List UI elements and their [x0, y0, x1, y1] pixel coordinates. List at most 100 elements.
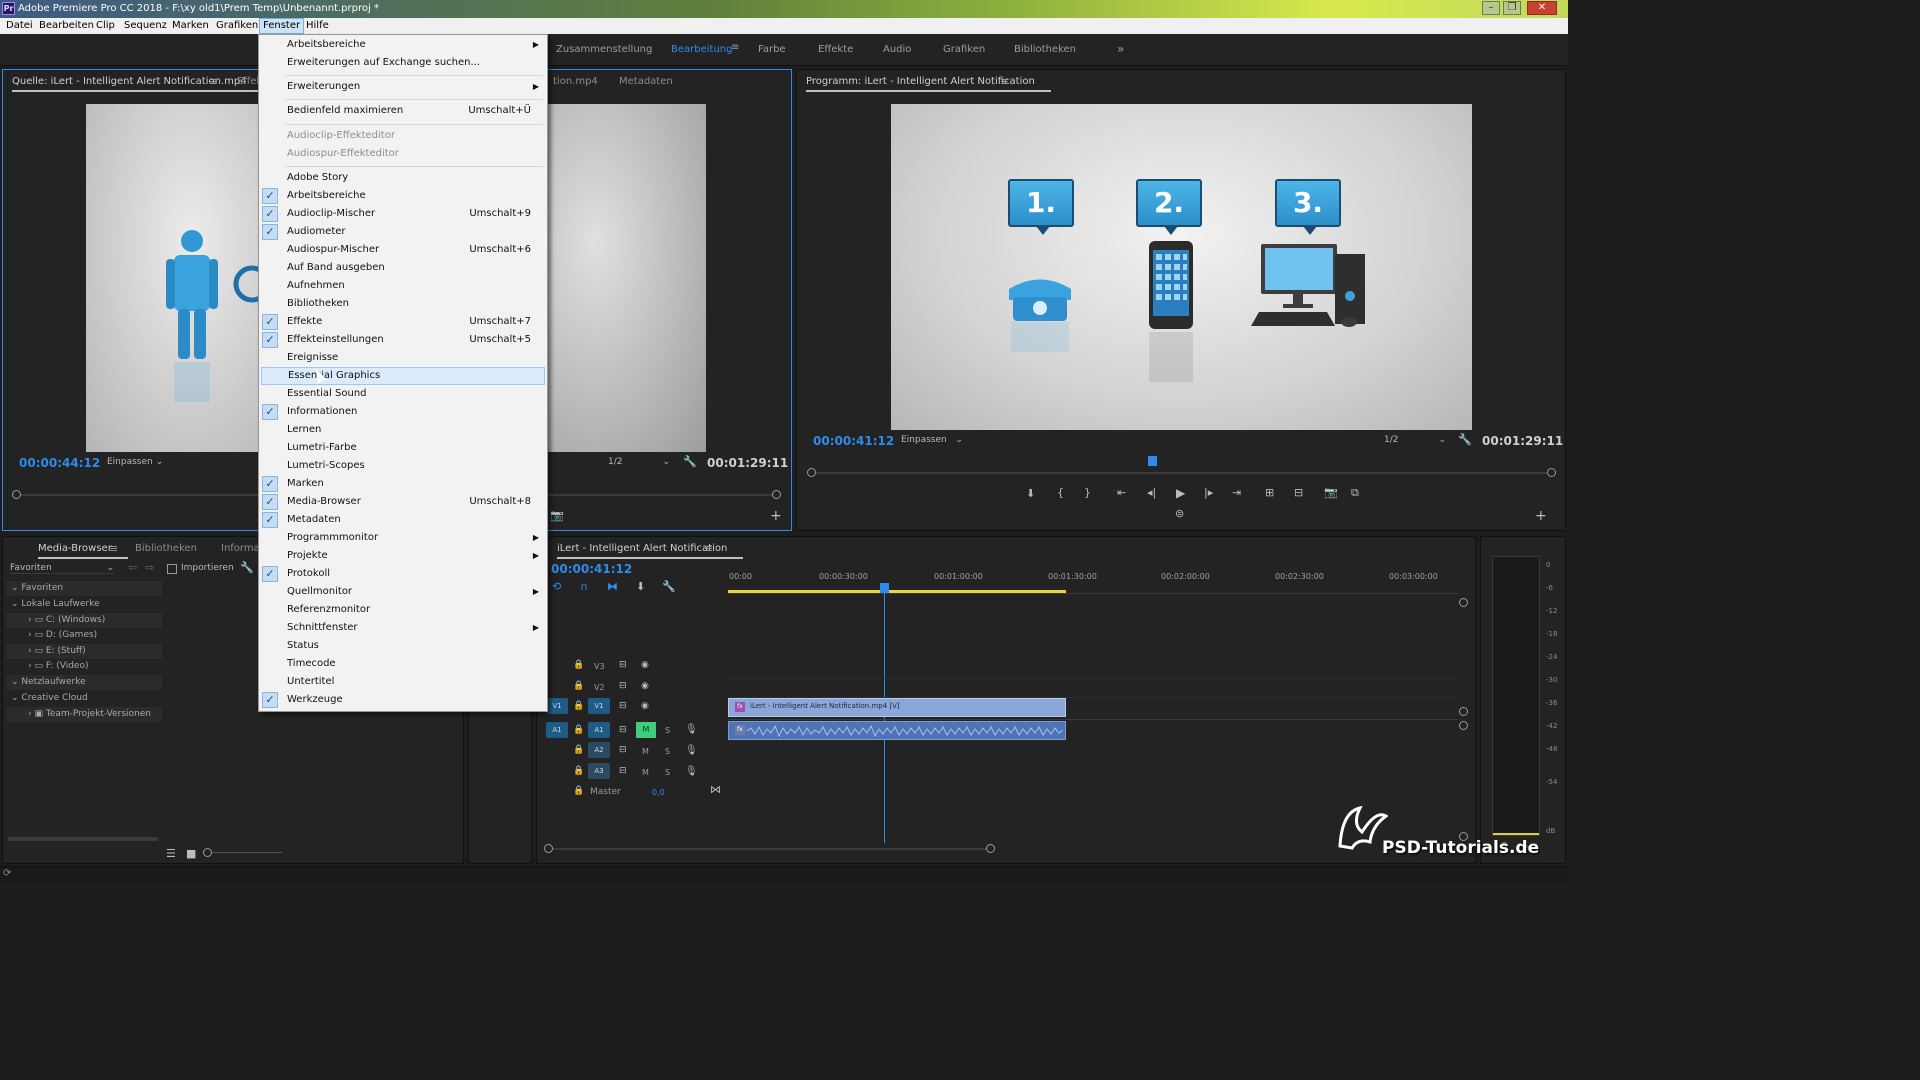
menu-item-erweiterungen-auf-exchange-suchen[interactable]: Erweiterungen auf Exchange suchen... — [287, 54, 545, 72]
menu-item-protokoll[interactable]: Protokoll — [287, 565, 545, 583]
program-resolution-dropdown[interactable]: 1/2 ⌄ — [1384, 435, 1446, 445]
step-forward-icon[interactable]: |▸ — [1204, 486, 1213, 499]
eye-icon[interactable]: ◉ — [641, 681, 649, 691]
workspace-tab-bibliotheken[interactable]: Bibliotheken — [1014, 44, 1076, 55]
source-patch-v1[interactable]: V1 — [546, 698, 568, 714]
menu-bearbeiten[interactable]: Bearbeiten — [36, 18, 97, 34]
solo-a2-button[interactable]: S — [665, 747, 670, 756]
tree-network-drives[interactable]: ⌄ Netzlaufwerke — [11, 677, 86, 687]
workspace-tab-farbe[interactable]: Farbe — [758, 44, 786, 55]
zoom-slider-handle[interactable] — [203, 848, 212, 857]
microphone-icon[interactable]: 🎙 — [685, 745, 698, 756]
eye-icon[interactable]: ◉ — [641, 701, 649, 711]
sync-lock-icon[interactable]: ⊟ — [619, 660, 627, 670]
vr-video-icon[interactable]: ⊜ — [1175, 507, 1184, 520]
comparison-view-icon[interactable]: ⧉ — [1351, 486, 1359, 500]
menu-item-marken[interactable]: Marken — [287, 475, 545, 493]
menu-item-arbeitsbereiche[interactable]: Arbeitsbereiche ▶ — [287, 36, 545, 54]
menu-item-media-browser[interactable]: Media-Browser Umschalt+8 — [287, 493, 545, 511]
menu-item-essential-graphics[interactable]: Essential Graphics — [261, 367, 545, 385]
mute-a1-button[interactable]: M — [636, 722, 656, 738]
hamburger-icon[interactable]: ≡ — [109, 542, 118, 555]
audio-clip[interactable]: fx — [728, 721, 1066, 740]
menu-item-status[interactable]: Status — [287, 637, 545, 655]
menu-item-adobe-story[interactable]: Adobe Story — [287, 169, 545, 187]
menu-item-metadaten[interactable]: Metadaten — [287, 511, 545, 529]
menu-item-schnittfenster[interactable]: Schnittfenster ▶ — [287, 619, 545, 637]
hamburger-icon[interactable]: ≡ — [209, 75, 218, 88]
source-zoom-handle-left[interactable] — [12, 490, 21, 499]
zoom-slider[interactable] — [212, 852, 282, 853]
menu-fenster[interactable]: Fenster — [259, 18, 305, 34]
go-to-in-icon[interactable]: ⇤ — [1117, 486, 1126, 499]
tree-drive-c[interactable]: › ▭ C: (Windows) — [28, 615, 105, 625]
track-a2-toggle[interactable]: A2 — [588, 742, 610, 758]
menu-item-werkzeuge[interactable]: Werkzeuge — [287, 691, 545, 709]
source-timecode[interactable]: 00:00:44:12 — [19, 456, 100, 470]
hamburger-icon[interactable]: ≡ — [1000, 75, 1009, 88]
back-arrow-icon[interactable]: ⇦ — [128, 561, 137, 574]
program-fit-dropdown[interactable]: Einpassen ⌄ — [901, 435, 963, 445]
menu-marken[interactable]: Marken — [169, 18, 212, 34]
program-scrubber[interactable] — [811, 472, 1551, 474]
workspace-overflow-icon[interactable]: » — [1117, 42, 1124, 56]
timeline-timecode[interactable]: 00:00:41:12 — [551, 562, 632, 576]
tab-timeline-sequence[interactable]: iLert - Intelligent Alert Notification — [557, 543, 744, 559]
lift-icon[interactable]: ⊞ — [1265, 486, 1274, 499]
menu-item-arbeitsbereiche[interactable]: Arbeitsbereiche — [287, 187, 545, 205]
menu-item-bedienfeld-maximieren[interactable]: Bedienfeld maximieren Umschalt+Ü — [287, 102, 545, 120]
menu-item-ereignisse[interactable]: Ereignisse — [287, 349, 545, 367]
menu-item-untertitel[interactable]: Untertitel — [287, 673, 545, 691]
lock-icon[interactable]: 🔒 — [573, 725, 584, 735]
workspace-tab-bearbeitung[interactable]: Bearbeitung — [671, 44, 732, 55]
menu-item-audioclip-mischer[interactable]: Audioclip-Mischer Umschalt+9 — [287, 205, 545, 223]
media-browser-scrollbar[interactable] — [8, 837, 158, 841]
sync-lock-icon[interactable]: ⊟ — [619, 745, 627, 755]
lock-icon[interactable]: 🔒 — [573, 745, 584, 755]
list-view-icon[interactable]: ☰ — [166, 847, 176, 860]
add-button-icon[interactable]: + — [1535, 508, 1547, 524]
menu-datei[interactable]: Datei — [3, 18, 36, 34]
menu-item-lernen[interactable]: Lernen — [287, 421, 545, 439]
mark-out-icon[interactable]: } — [1084, 486, 1091, 499]
hamburger-icon[interactable]: ≡ — [704, 542, 713, 555]
workspace-tab-grafiken[interactable]: Grafiken — [943, 44, 985, 55]
tab-source-clip[interactable]: tion.mp4 — [553, 76, 598, 87]
timeline-vscroll-handle-top[interactable] — [1459, 598, 1468, 607]
maximize-button[interactable]: ❐ — [1503, 1, 1521, 15]
timeline-hscroll-handle-right[interactable] — [986, 844, 995, 853]
menu-item-audiometer[interactable]: Audiometer — [287, 223, 545, 241]
solo-a1-button[interactable]: S — [665, 726, 670, 735]
workspace-tab-zusammenstellung[interactable]: Zusammenstellung — [556, 44, 652, 55]
lock-icon[interactable]: 🔒 — [573, 701, 584, 711]
tree-drive-e[interactable]: › ▭ E: (Stuff) — [28, 646, 86, 656]
source-fit-dropdown[interactable]: Einpassen ⌄ — [107, 457, 163, 467]
timeline-vscroll-handle-audio[interactable] — [1459, 721, 1468, 730]
tree-drive-d[interactable]: › ▭ D: (Games) — [28, 630, 97, 640]
sync-lock-icon[interactable]: ⊟ — [619, 701, 627, 711]
timeline-playhead-handle[interactable] — [880, 583, 889, 593]
mute-a2-button[interactable]: M — [642, 747, 649, 756]
menu-item-informationen[interactable]: Informationen — [287, 403, 545, 421]
program-zoom-handle-right[interactable] — [1547, 468, 1556, 477]
menu-clip[interactable]: Clip — [93, 18, 118, 34]
step-back-icon[interactable]: ◂| — [1147, 486, 1156, 499]
track-v1-toggle[interactable]: V1 — [588, 698, 610, 714]
menu-item-erweiterungen[interactable]: Erweiterungen ▶ — [287, 78, 545, 96]
minimize-button[interactable]: – — [1482, 1, 1500, 15]
sync-lock-icon[interactable]: ⊟ — [619, 766, 627, 776]
menu-item-referenzmonitor[interactable]: Referenzmonitor — [287, 601, 545, 619]
menu-hilfe[interactable]: Hilfe — [303, 18, 332, 34]
source-resolution-dropdown[interactable]: 1/2 ⌄ — [608, 457, 670, 467]
favorites-dropdown[interactable]: Favoriten ⌄ — [10, 563, 114, 574]
menu-item-aufnehmen[interactable]: Aufnehmen — [287, 277, 545, 295]
close-button[interactable]: ✕ — [1527, 1, 1557, 15]
menu-item-auf-band-ausgeben[interactable]: Auf Band ausgeben — [287, 259, 545, 277]
eye-icon[interactable]: ◉ — [641, 660, 649, 670]
mute-a3-button[interactable]: M — [642, 768, 649, 777]
menu-item-projekte[interactable]: Projekte ▶ — [287, 547, 545, 565]
tree-local-drives[interactable]: ⌄ Lokale Laufwerke — [11, 599, 100, 609]
source-patch-a1[interactable]: A1 — [546, 722, 568, 738]
nest-icon[interactable]: ⟲ — [552, 580, 561, 593]
go-to-out-icon[interactable]: ⇥ — [1232, 486, 1241, 499]
